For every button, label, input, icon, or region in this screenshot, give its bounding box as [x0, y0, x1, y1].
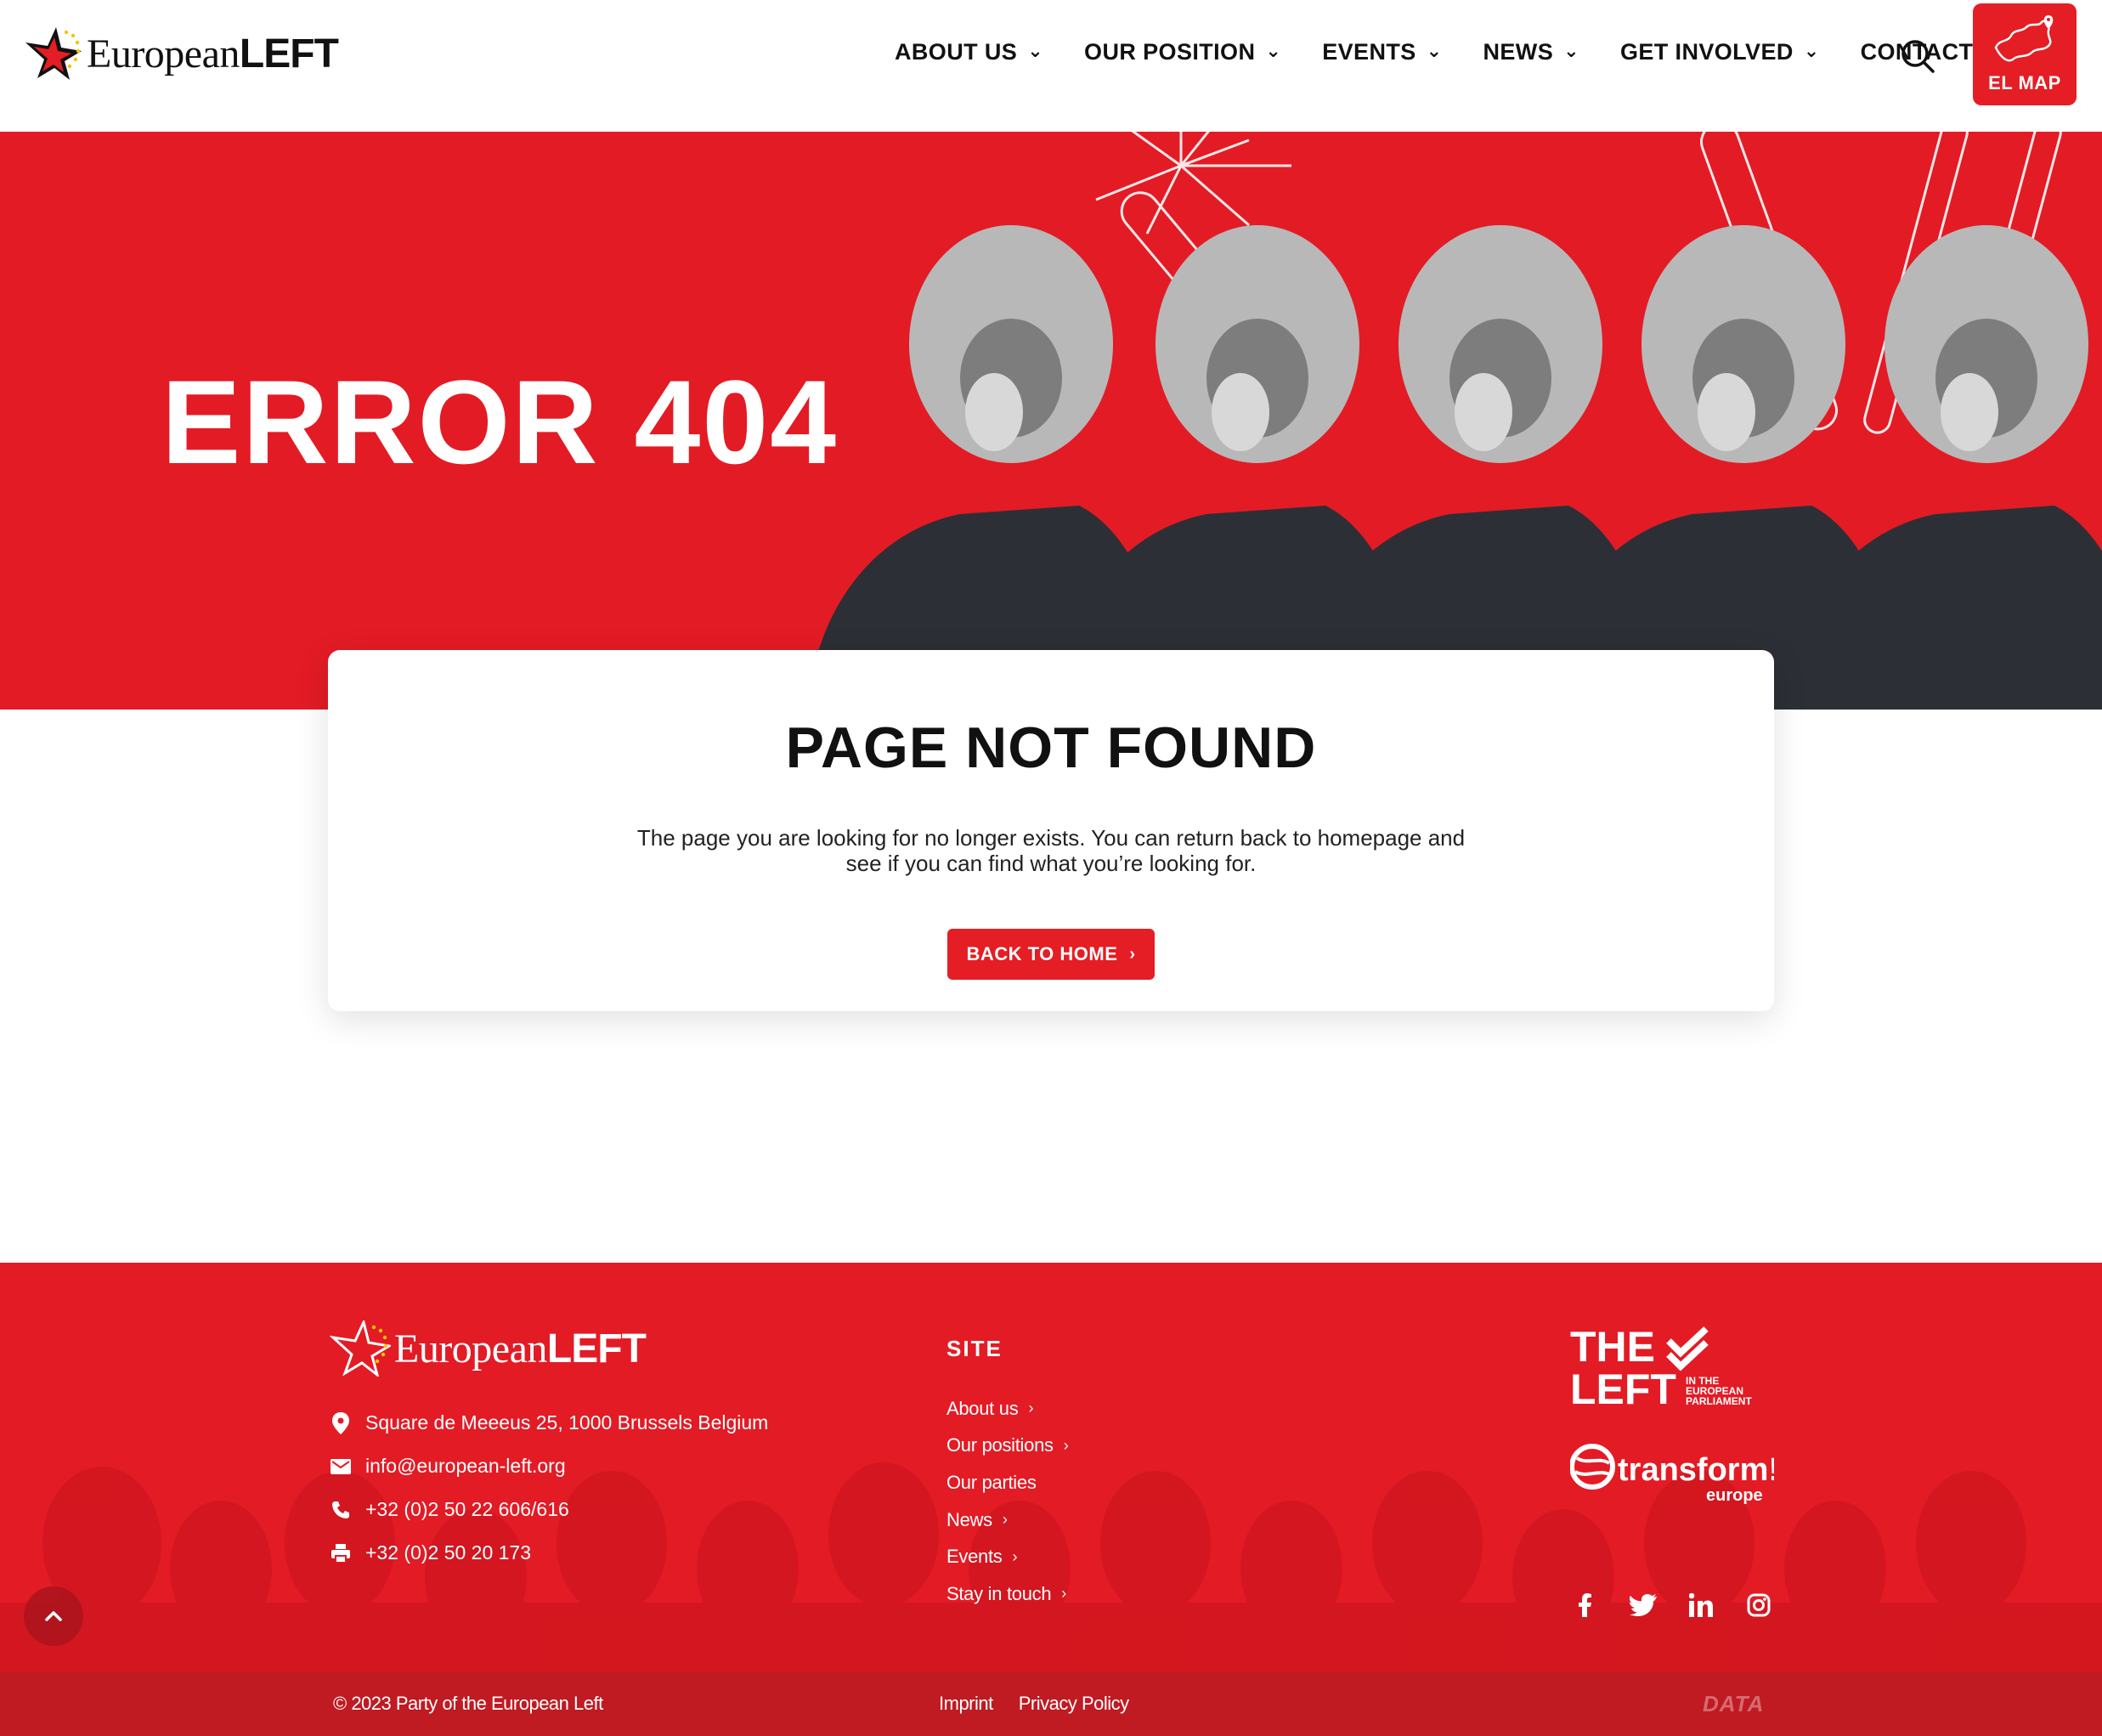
footer-link-stay-in-touch[interactable]: Stay in touch ›	[946, 1575, 1068, 1613]
footer-link-news[interactable]: News ›	[946, 1501, 1068, 1539]
not-found-card: PAGE NOT FOUND The page you are looking …	[328, 650, 1774, 1011]
link-label: News	[946, 1508, 992, 1530]
contact-fax: +32 (0)2 50 20 173	[330, 1531, 768, 1575]
search-icon	[1901, 40, 1935, 73]
copyright-text: © 2023 Party of the European Left	[333, 1693, 603, 1714]
hero-illustration	[807, 132, 2102, 710]
main-nav: ABOUT US ⌄ OUR POSITION ⌄ EVENTS ⌄ NEWS ⌄ GE…	[895, 39, 2040, 65]
nav-label: ABOUT US	[895, 39, 1018, 65]
not-found-message: The page you are looking for no longer e…	[636, 825, 1466, 876]
nav-news[interactable]: NEWS ⌄	[1483, 39, 1579, 65]
hero-banner: ERROR 404	[0, 132, 2102, 710]
privacy-policy-link[interactable]: Privacy Policy	[1019, 1693, 1129, 1715]
site-links: About us › Our positions › Our parties New…	[946, 1390, 1069, 1613]
nav-our-position[interactable]: OUR POSITION ⌄	[1084, 39, 1281, 65]
footer-logo[interactable]: EuropeanLEFT	[330, 1320, 647, 1377]
site-footer: EuropeanLEFT Square de Meeeus 25, 1000 B…	[0, 1263, 2102, 1672]
chevron-right-icon: ›	[1061, 1585, 1066, 1603]
facebook-icon	[1579, 1593, 1591, 1617]
location-pin-icon	[330, 1411, 352, 1434]
chevron-right-icon: ›	[1012, 1547, 1018, 1565]
footer-link-events[interactable]: Events ›	[946, 1538, 1068, 1575]
logo-text-bold: LEFT	[546, 1326, 647, 1371]
el-map-button[interactable]: EL MAP	[1973, 3, 2077, 105]
footer-link-our-parties[interactable]: Our parties	[946, 1464, 1068, 1501]
chevron-right-icon: ›	[1028, 1400, 1034, 1417]
nav-get-involved[interactable]: GET INVOLVED ⌄	[1620, 39, 1820, 65]
instagram-link[interactable]	[1743, 1590, 1774, 1620]
europe-map-icon	[1994, 15, 2054, 62]
twitter-icon	[1630, 1594, 1657, 1616]
nav-label: OUR POSITION	[1084, 39, 1256, 65]
link-label: Our parties	[946, 1471, 1037, 1493]
the-left-logo[interactable]: THE LEFT IN THE EUROPEAN PARLIAMENT	[1570, 1323, 1766, 1413]
chevron-right-icon: ›	[1002, 1511, 1008, 1529]
instagram-icon	[1747, 1593, 1771, 1617]
chevron-right-icon: ›	[1063, 1436, 1069, 1454]
footer-bottom-bar: © 2023 Party of the European Left Imprin…	[0, 1672, 2102, 1736]
link-label: Events	[946, 1546, 1003, 1568]
phone-icon	[330, 1499, 352, 1521]
linkedin-link[interactable]	[1686, 1590, 1716, 1620]
chevron-down-icon: ⌄	[1563, 39, 1579, 61]
chevron-down-icon: ⌄	[1027, 39, 1044, 61]
logo-star-icon	[25, 27, 82, 80]
fax-icon	[330, 1542, 352, 1564]
partner-name: transform!	[1618, 1452, 1774, 1488]
contact-info: Square de Meeeus 25, 1000 Brussels Belgi…	[330, 1401, 768, 1575]
partner-line2: LEFT	[1570, 1366, 1676, 1409]
social-links	[1570, 1590, 1801, 1620]
contact-email[interactable]: info@european-left.org	[330, 1445, 768, 1488]
link-label: Our positions	[946, 1434, 1054, 1456]
site-header: EuropeanLEFT ABOUT US ⌄ OUR POSITION ⌄ EVE…	[0, 0, 2102, 132]
partner-sub: europe	[1706, 1486, 1763, 1505]
nav-about-us[interactable]: ABOUT US ⌄	[895, 39, 1043, 65]
partner-line1: THE	[1570, 1324, 1655, 1371]
nav-label: GET INVOLVED	[1619, 39, 1794, 65]
mail-icon	[330, 1456, 352, 1478]
chevron-down-icon: ⌄	[1265, 39, 1282, 61]
logo-text-regular: European	[394, 1326, 547, 1371]
search-button[interactable]	[1899, 37, 1936, 75]
agency-credit-logo[interactable]: DATA	[1703, 1691, 1764, 1717]
contact-address: Square de Meeeus 25, 1000 Brussels Belgi…	[330, 1401, 768, 1445]
nav-events[interactable]: EVENTS ⌄	[1322, 39, 1442, 65]
link-label: Stay in touch	[946, 1582, 1052, 1604]
footer-link-our-positions[interactable]: Our positions ›	[946, 1428, 1069, 1465]
twitter-link[interactable]	[1628, 1590, 1658, 1620]
chevron-down-icon: ⌄	[1426, 39, 1443, 61]
chevron-right-icon: ›	[1129, 944, 1136, 964]
footer-link-about-us[interactable]: About us ›	[946, 1390, 1068, 1428]
contact-phone[interactable]: +32 (0)2 50 22 606/616	[330, 1488, 768, 1531]
logo-text-regular: European	[87, 31, 240, 76]
scroll-to-top-button[interactable]	[24, 1586, 83, 1646]
linkedin-icon	[1689, 1593, 1713, 1617]
contact-text: +32 (0)2 50 22 606/616	[365, 1498, 569, 1520]
site-logo[interactable]: EuropeanLEFT	[22, 25, 339, 82]
link-label: About us	[946, 1397, 1019, 1419]
partner-sub-3: PARLIAMENT	[1686, 1395, 1752, 1407]
nav-label: EVENTS	[1322, 39, 1416, 65]
el-map-label: EL MAP	[1988, 72, 2061, 93]
back-to-home-button[interactable]: BACK TO HOME ›	[947, 929, 1155, 980]
contact-text: Square de Meeeus 25, 1000 Brussels Belgi…	[365, 1411, 769, 1433]
page-title: PAGE NOT FOUND	[785, 715, 1317, 780]
transform-europe-logo[interactable]: transform! europe	[1569, 1441, 1779, 1513]
nav-label: NEWS	[1483, 39, 1554, 65]
error-title: ERROR 404	[161, 355, 839, 489]
legal-links: Imprint Privacy Policy	[939, 1693, 1155, 1715]
logo-text-bold: LEFT	[239, 31, 339, 76]
chevron-up-icon	[45, 1611, 62, 1621]
chevron-down-icon: ⌄	[1803, 39, 1820, 61]
facebook-link[interactable]	[1570, 1590, 1601, 1620]
contact-text: info@european-left.org	[365, 1455, 566, 1477]
contact-text: +32 (0)2 50 20 173	[365, 1541, 532, 1564]
logo-star-icon	[330, 1320, 391, 1377]
site-links-title: SITE	[946, 1336, 1003, 1361]
imprint-link[interactable]: Imprint	[939, 1693, 993, 1715]
back-to-home-label: BACK TO HOME	[966, 943, 1118, 964]
